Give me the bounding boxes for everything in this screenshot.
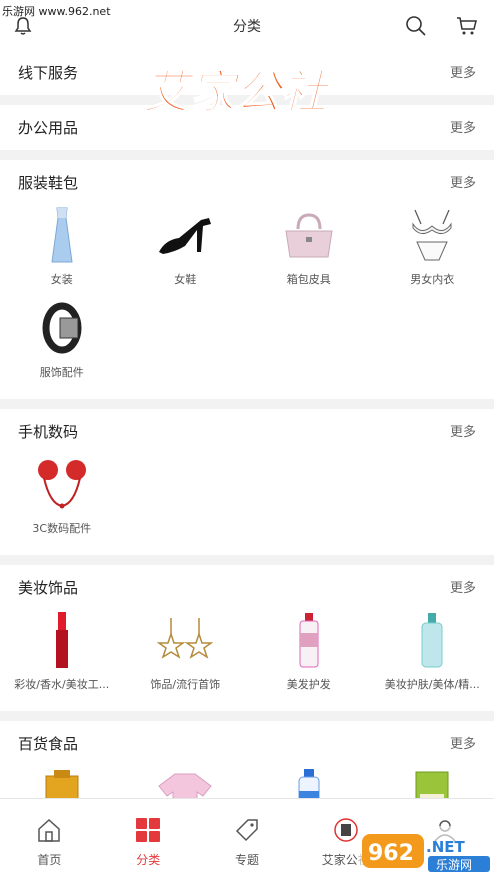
watermark-bottom: 962 .NET 乐游网 bbox=[358, 826, 494, 876]
search-icon[interactable] bbox=[405, 15, 427, 41]
tab-label: 分类 bbox=[136, 853, 161, 867]
section-phones-digital: 手机数码 更多 3C数码配件 bbox=[0, 409, 494, 555]
item-label: 美发护发 bbox=[286, 678, 331, 691]
section-groceries-food: 百货食品 更多 bbox=[0, 721, 494, 798]
section-clothing-shoes-bags: 服装鞋包 更多 女装 女鞋 箱包皮具 男女内衣 服饰配件 bbox=[0, 160, 494, 399]
category-page: 分类 乐游网 www.962.net 艾家公社 线下服务 更多 办公用品 更多 bbox=[0, 0, 494, 878]
category-grid-icon bbox=[133, 815, 163, 845]
rice-bag-icon bbox=[402, 766, 462, 798]
tab-topics[interactable]: 专题 bbox=[198, 799, 297, 878]
toner-bottle-icon bbox=[402, 610, 462, 670]
tag-icon bbox=[232, 815, 262, 845]
category-item[interactable]: 女装 bbox=[0, 205, 124, 298]
section-beauty-accessories: 美妆饰品 更多 彩妆/香水/美妆工... 饰品/流行首饰 美发护发 美妆护肤/美… bbox=[0, 565, 494, 711]
home-icon bbox=[34, 815, 64, 845]
section-title: 线下服务 bbox=[18, 64, 79, 82]
more-link[interactable]: 更多 bbox=[450, 733, 476, 752]
brand-overlay-text: 艾家公社 bbox=[143, 65, 332, 119]
category-item[interactable] bbox=[124, 766, 248, 798]
handbag-icon bbox=[279, 205, 339, 265]
category-item[interactable]: 饰品/流行首饰 bbox=[124, 610, 248, 703]
category-item[interactable] bbox=[247, 766, 371, 798]
category-item[interactable]: 服饰配件 bbox=[0, 298, 124, 391]
tab-label: 首页 bbox=[37, 853, 62, 867]
category-list[interactable]: 线下服务 更多 办公用品 更多 服装鞋包 更多 女装 女鞋 箱包皮具 男女内衣 … bbox=[0, 50, 494, 798]
item-label: 箱包皮具 bbox=[286, 273, 331, 286]
tab-category[interactable]: 分类 bbox=[99, 799, 198, 878]
cart-icon[interactable] bbox=[456, 15, 478, 41]
brand-overlay: 艾家公社 bbox=[142, 60, 363, 124]
item-label: 饰品/流行首饰 bbox=[150, 678, 221, 691]
item-label: 彩妆/香水/美妆工... bbox=[14, 678, 110, 691]
item-label: 女鞋 bbox=[174, 273, 197, 286]
bodywash-icon bbox=[279, 766, 339, 798]
more-link[interactable]: 更多 bbox=[450, 577, 476, 596]
star-earrings-icon bbox=[155, 610, 215, 670]
item-label: 男女内衣 bbox=[410, 273, 455, 286]
more-link[interactable]: 更多 bbox=[450, 117, 476, 136]
pink-clothing-icon bbox=[155, 766, 215, 798]
watermark-site: 乐游网 bbox=[436, 858, 472, 872]
category-item[interactable] bbox=[0, 766, 124, 798]
section-title: 美妆饰品 bbox=[18, 579, 79, 597]
section-title: 百货食品 bbox=[18, 735, 79, 753]
section-title: 手机数码 bbox=[18, 423, 79, 441]
shampoo-icon bbox=[279, 610, 339, 670]
category-item[interactable]: 3C数码配件 bbox=[0, 454, 124, 547]
category-item[interactable]: 箱包皮具 bbox=[247, 205, 371, 298]
category-item[interactable]: 女鞋 bbox=[124, 205, 248, 298]
category-item[interactable]: 美发护发 bbox=[247, 610, 371, 703]
liquor-box-icon bbox=[32, 766, 92, 798]
item-label: 美妆护肤/美体/精... bbox=[384, 678, 480, 691]
headphones-icon bbox=[32, 454, 92, 514]
belt-icon bbox=[32, 298, 92, 358]
watermark-brand: 962 bbox=[368, 841, 414, 866]
more-link[interactable]: 更多 bbox=[450, 62, 476, 81]
tab-label: 专题 bbox=[234, 853, 259, 867]
lingerie-icon bbox=[402, 205, 462, 265]
lipstick-icon bbox=[32, 610, 92, 670]
category-item[interactable]: 美妆护肤/美体/精... bbox=[371, 610, 494, 703]
high-heel-icon bbox=[155, 205, 215, 265]
section-title: 服装鞋包 bbox=[18, 174, 79, 192]
community-logo-icon bbox=[331, 815, 361, 845]
item-label: 女装 bbox=[50, 273, 73, 286]
category-item[interactable]: 男女内衣 bbox=[371, 205, 494, 298]
category-item[interactable] bbox=[371, 766, 494, 798]
more-link[interactable]: 更多 bbox=[450, 172, 476, 191]
item-label: 3C数码配件 bbox=[32, 522, 92, 535]
watermark-top: 乐游网 www.962.net bbox=[2, 5, 111, 18]
more-link[interactable]: 更多 bbox=[450, 421, 476, 440]
dress-icon bbox=[32, 205, 92, 265]
tab-home[interactable]: 首页 bbox=[0, 799, 99, 878]
watermark-suffix: .NET bbox=[426, 838, 465, 856]
item-label: 服饰配件 bbox=[39, 366, 84, 379]
section-title: 办公用品 bbox=[18, 119, 79, 137]
category-item[interactable]: 彩妆/香水/美妆工... bbox=[0, 610, 124, 703]
